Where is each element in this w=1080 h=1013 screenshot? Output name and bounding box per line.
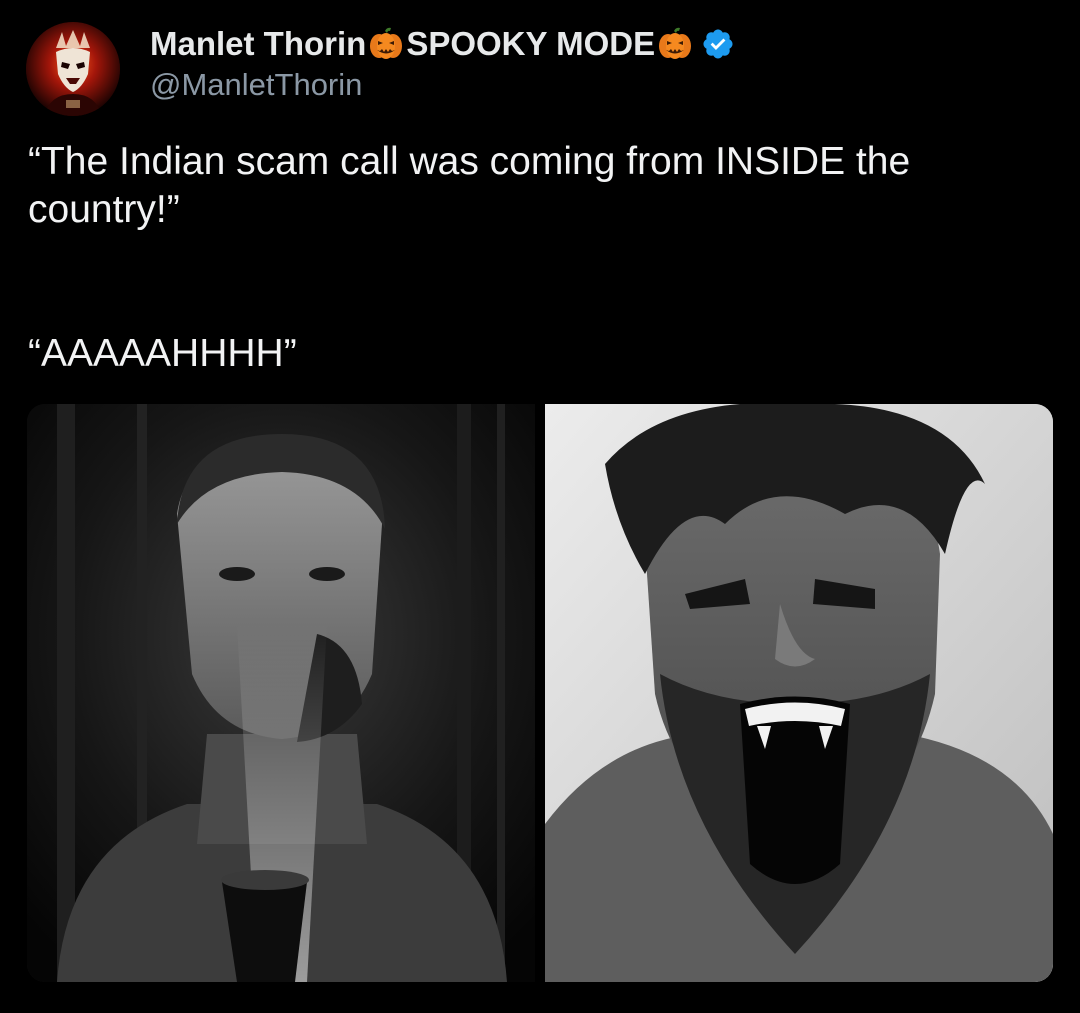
tweet-text-line-2: “AAAAAHHHH” — [28, 332, 297, 375]
author-name-row: Manlet Thorin SPOOKY MODE — [150, 22, 735, 66]
demon-mask-icon — [26, 22, 120, 116]
author-handle[interactable]: @ManletThorin — [150, 67, 362, 103]
media-image-screaming-man[interactable] — [545, 404, 1053, 982]
man-screaming-image — [545, 404, 1053, 982]
verified-badge-icon[interactable] — [701, 27, 735, 61]
pumpkin-icon — [657, 26, 693, 62]
author-avatar[interactable] — [26, 22, 120, 116]
author-display-suffix[interactable]: SPOOKY MODE — [406, 25, 655, 63]
tweet-media-grid — [27, 404, 1053, 982]
tweet-text-line-1: “The Indian scam call was coming from IN… — [28, 140, 911, 231]
pumpkin-icon — [368, 26, 404, 62]
author-display-name[interactable]: Manlet Thorin — [150, 25, 366, 63]
media-image-flashlight-man[interactable] — [27, 404, 535, 982]
tweet-text: “The Indian scam call was coming from IN… — [28, 138, 1058, 378]
tweet: Manlet Thorin SPOOKY MODE @ManletThorin … — [0, 0, 1080, 1013]
man-with-flashlight-image — [27, 404, 535, 982]
